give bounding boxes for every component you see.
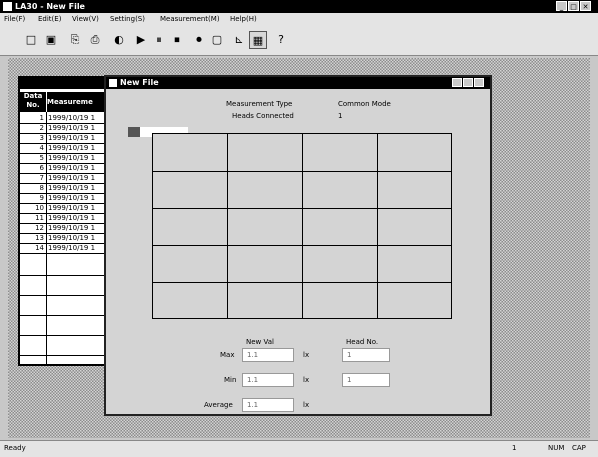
child-maximize-button[interactable] — [463, 78, 473, 87]
status-indicator: 1 — [512, 444, 517, 452]
close-button[interactable]: ✕ — [580, 1, 591, 11]
min-label: Min — [224, 376, 237, 384]
table-icon[interactable]: ▦ — [249, 31, 267, 49]
help-icon[interactable]: ? — [272, 31, 290, 49]
status-bar: Ready 1 NUM CAP — [0, 440, 598, 457]
measurement-type-value: Common Mode — [338, 100, 391, 108]
status-text: Ready — [4, 444, 26, 452]
pause-icon[interactable]: ⏸ — [150, 31, 168, 49]
max-unit: lx — [303, 351, 310, 359]
head-icon[interactable]: ◐ — [110, 31, 128, 49]
row-number: 13 — [35, 234, 44, 242]
row-number: 8 — [39, 184, 44, 192]
row-timestamp: 1999/10/19 1 — [48, 164, 96, 172]
min-head-field[interactable]: 1 — [342, 373, 390, 387]
menu-edit[interactable]: Edit(E) — [38, 13, 61, 25]
menu-file[interactable]: File(F) — [4, 13, 25, 25]
new-file-window: New File Measurement Type Common Mode He… — [104, 75, 492, 416]
chart-icon[interactable]: ⊾ — [230, 31, 248, 49]
max-value-field[interactable]: 1.1 — [242, 348, 294, 362]
min-value-field[interactable]: 1.1 — [242, 373, 294, 387]
row-timestamp: 1999/10/19 1 — [48, 134, 96, 142]
row-number: 4 — [39, 144, 44, 152]
row-number: 10 — [35, 204, 44, 212]
row-number: 12 — [35, 224, 44, 232]
row-timestamp: 1999/10/19 1 — [48, 114, 96, 122]
row-number: 11 — [35, 214, 44, 222]
stop-icon[interactable]: ⏹ — [168, 31, 186, 49]
menu-setting[interactable]: Setting(S) — [110, 13, 145, 25]
measurement-plot — [152, 133, 452, 319]
copy-icon[interactable]: ⎘ — [66, 31, 84, 49]
row-number: 6 — [39, 164, 44, 172]
row-timestamp: 1999/10/19 1 — [48, 244, 96, 252]
play-icon[interactable]: ▶ — [132, 31, 150, 49]
row-timestamp: 1999/10/19 1 — [48, 174, 96, 182]
grid-line — [302, 134, 303, 318]
child-close-button[interactable] — [474, 78, 484, 87]
average-label: Average — [204, 401, 233, 409]
average-unit: lx — [303, 401, 310, 409]
new-val-header: New Val — [246, 338, 274, 346]
row-timestamp: 1999/10/19 1 — [48, 234, 96, 242]
toolbar: □ ▣ ⎘ ⎙ ◐ ▶ ⏸ ⏹ ⏺ ▢ ⊾ ▦ ? — [0, 25, 598, 56]
row-timestamp: 1999/10/19 1 — [48, 194, 96, 202]
row-timestamp: 1999/10/19 1 — [48, 144, 96, 152]
grid-line — [227, 134, 228, 318]
document-icon — [109, 79, 117, 87]
row-timestamp: 1999/10/19 1 — [48, 214, 96, 222]
record-icon[interactable]: ⏺ — [190, 31, 208, 49]
heads-connected-value: 1 — [338, 112, 343, 120]
row-number: 3 — [39, 134, 44, 142]
print-icon[interactable]: ⎙ — [86, 31, 104, 49]
row-number: 2 — [39, 124, 44, 132]
row-timestamp: 1999/10/19 1 — [48, 224, 96, 232]
row-number: 9 — [39, 194, 44, 202]
row-timestamp: 1999/10/19 1 — [48, 154, 96, 162]
new-file-title: New File — [120, 78, 159, 87]
row-number: 14 — [35, 244, 44, 252]
average-value-field[interactable]: 1.1 — [242, 398, 294, 412]
minimize-button[interactable]: _ — [556, 1, 567, 11]
max-head-field[interactable]: 1 — [342, 348, 390, 362]
caps-lock-indicator: CAP — [572, 444, 586, 452]
menu-help[interactable]: Help(H) — [230, 13, 257, 25]
new-file-icon[interactable]: □ — [22, 31, 40, 49]
min-unit: lx — [303, 376, 310, 384]
heads-connected-label: Heads Connected — [232, 112, 294, 120]
grid-line — [377, 134, 378, 318]
column-header-data-no[interactable]: Data No. — [20, 92, 46, 112]
save-icon[interactable]: ▣ — [42, 31, 60, 49]
child-minimize-button[interactable] — [452, 78, 462, 87]
head-no-header: Head No. — [346, 338, 379, 346]
num-lock-indicator: NUM — [548, 444, 565, 452]
menu-measurement[interactable]: Measurement(M) — [160, 13, 220, 25]
row-number: 5 — [39, 154, 44, 162]
new-file-caption[interactable]: New File — [106, 77, 490, 89]
row-number: 7 — [39, 174, 44, 182]
row-timestamp: 1999/10/19 1 — [48, 184, 96, 192]
title-bar: LA30 - New File _ □ ✕ — [0, 0, 598, 13]
row-timestamp: 1999/10/19 1 — [48, 124, 96, 132]
max-label: Max — [220, 351, 235, 359]
row-timestamp: 1999/10/19 1 — [48, 204, 96, 212]
window-title: LA30 - New File — [15, 2, 85, 11]
clear-icon[interactable]: ▢ — [208, 31, 226, 49]
maximize-button[interactable]: □ — [568, 1, 579, 11]
measurement-type-label: Measurement Type — [226, 100, 293, 108]
menu-bar: File(F) Edit(E) View(V) Setting(S) Measu… — [0, 13, 598, 25]
app-icon — [3, 2, 12, 11]
series-color-icon — [128, 127, 140, 137]
row-number: 1 — [39, 114, 44, 122]
menu-view[interactable]: View(V) — [72, 13, 99, 25]
